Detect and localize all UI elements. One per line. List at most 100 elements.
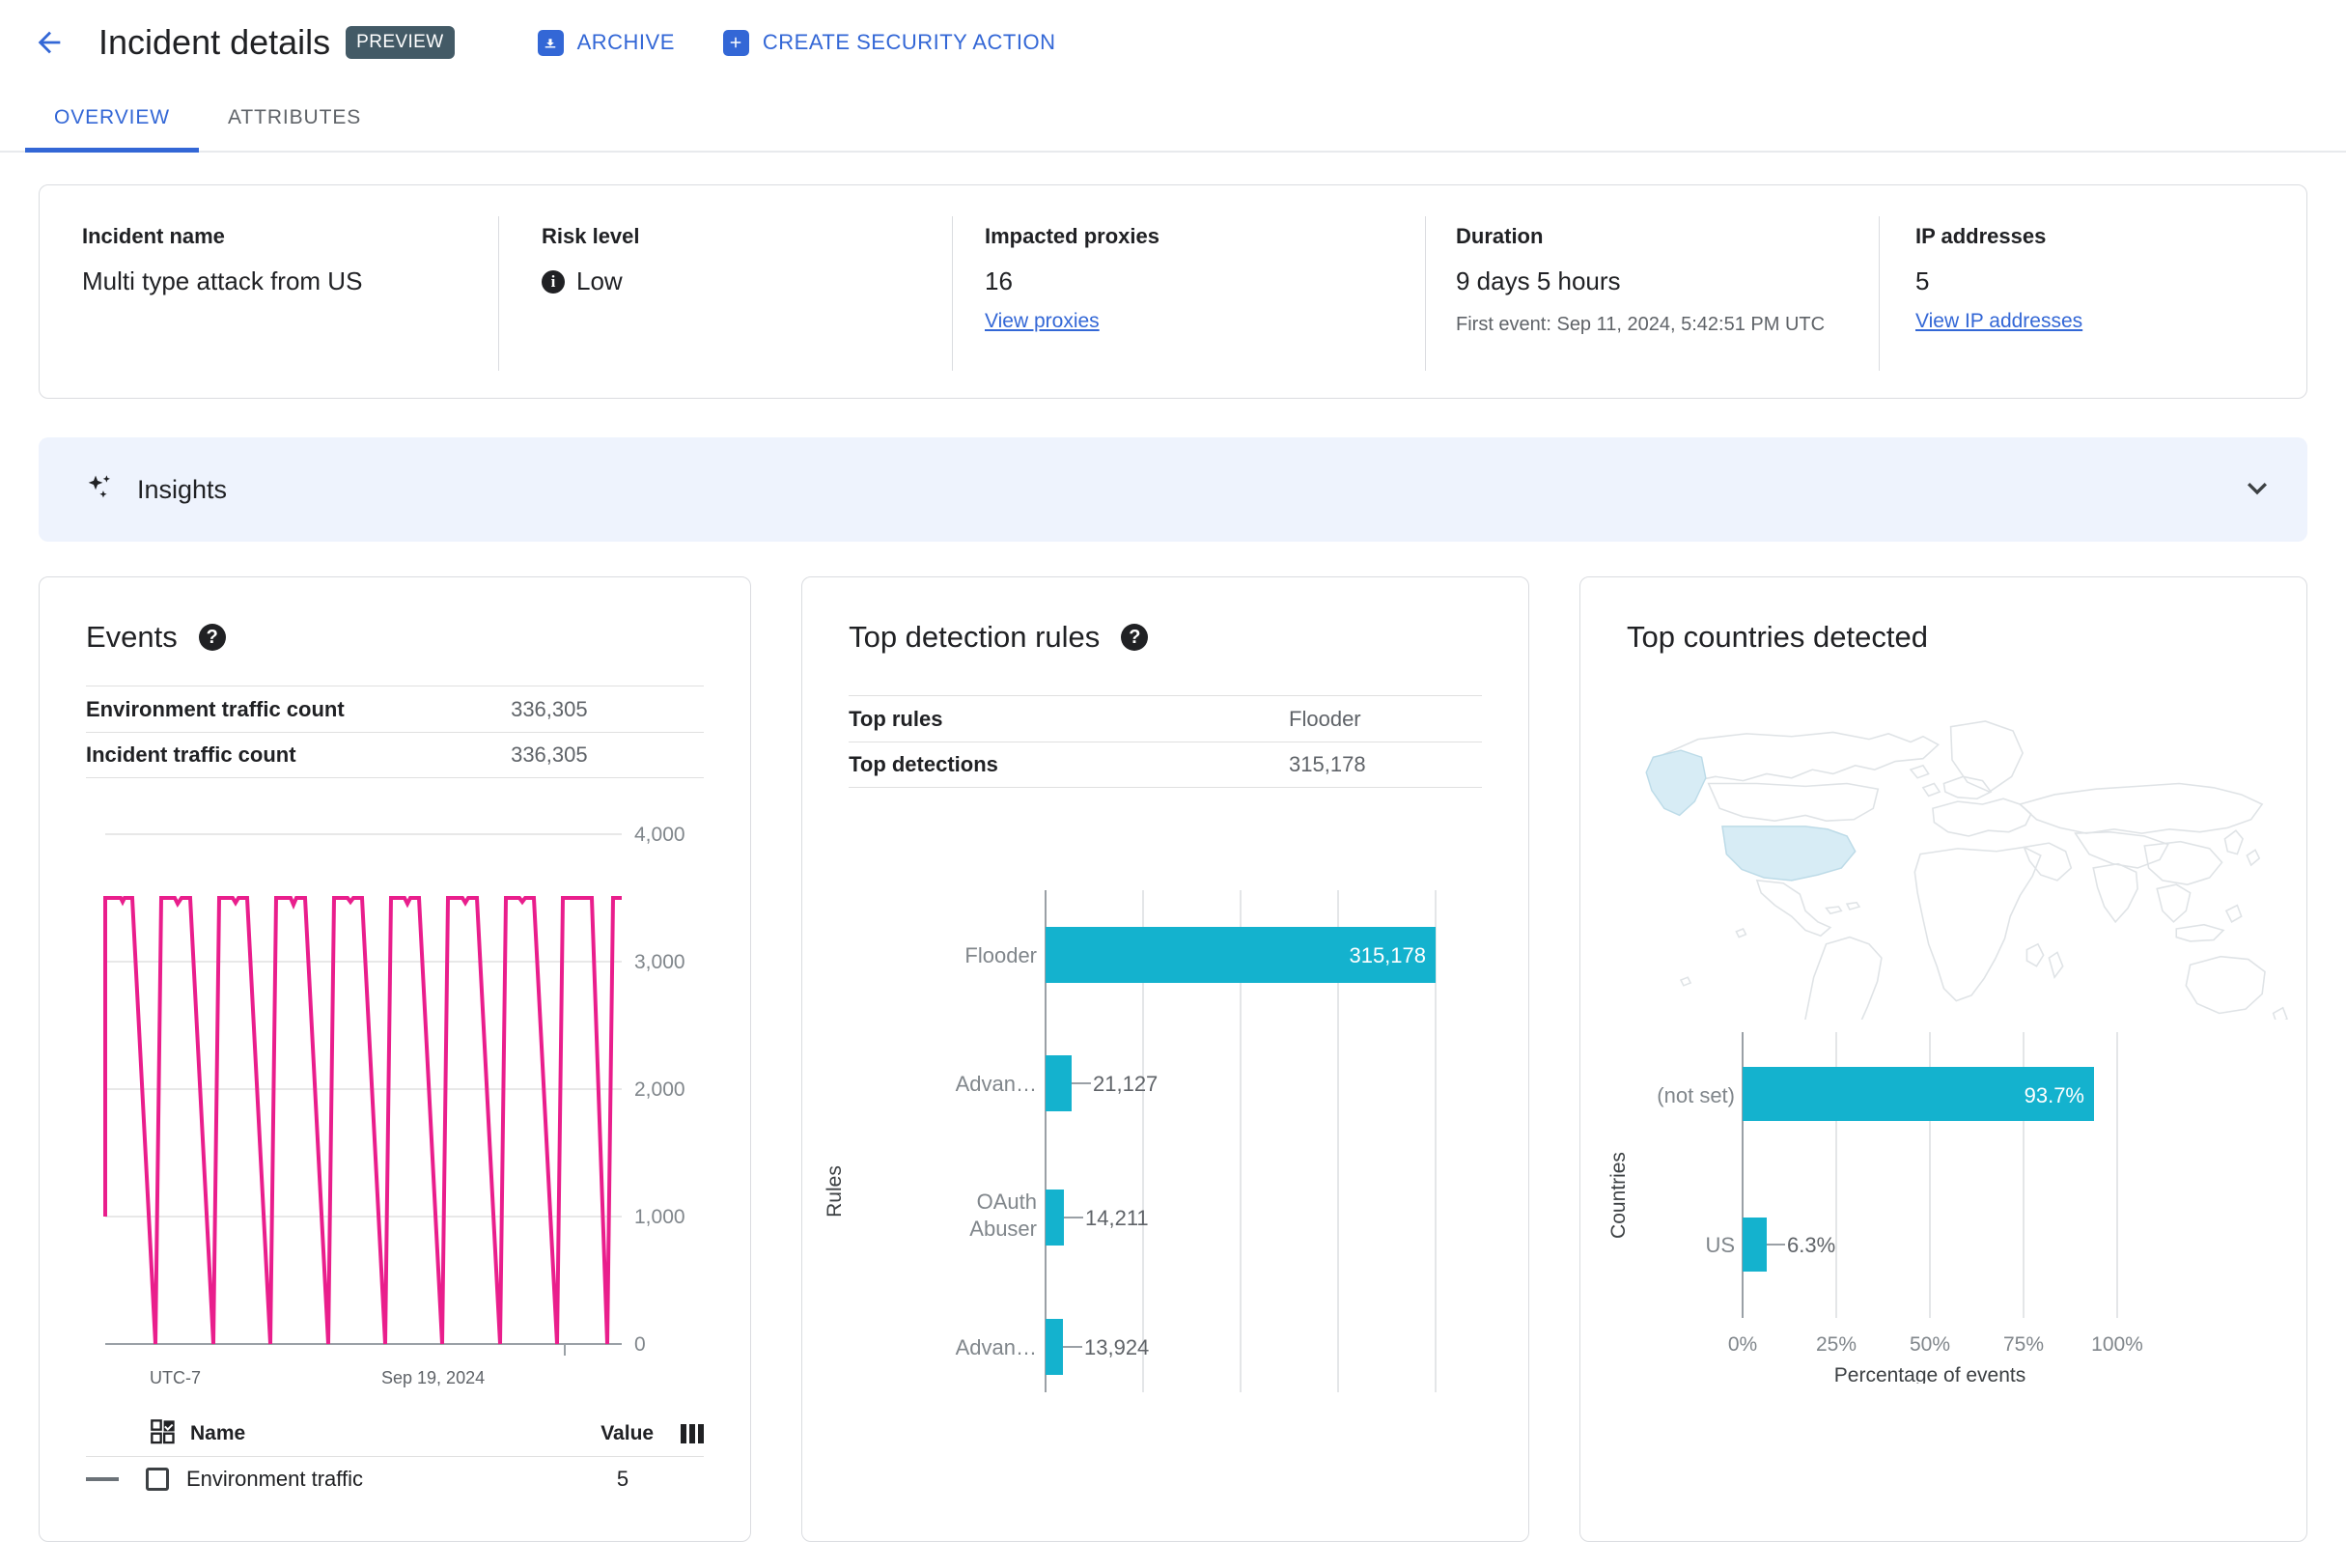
help-icon[interactable]: ? <box>198 624 226 651</box>
create-security-action-button[interactable]: CREATE SECURITY ACTION <box>722 29 1056 56</box>
chevron-down-icon[interactable] <box>2238 468 2276 512</box>
top-detection-rules-panel: Top detection rules ? Top rules Flooder … <box>801 576 1530 1542</box>
create-security-action-label: CREATE SECURITY ACTION <box>762 30 1056 54</box>
svg-text:93.7%: 93.7% <box>2025 1083 2084 1107</box>
countries-bar-chart-svg: (not set) US 93.7% 6.3% 0% 25% 50% 75% 1… <box>1607 1032 2143 1386</box>
rules-title: Top detection rules <box>849 620 1101 654</box>
stat-value: 336,305 <box>511 742 588 767</box>
risk-level-label: Risk level <box>542 224 640 248</box>
svg-text:6.3%: 6.3% <box>1787 1233 1835 1257</box>
tab-overview[interactable]: OVERVIEW <box>25 85 200 153</box>
stat-key: Top rules <box>849 706 943 731</box>
sparkle-icon <box>83 471 116 509</box>
events-line-chart: 4,000 3,000 2,000 1,000 0 UTC-7 Sep 19, … <box>40 815 750 1388</box>
page-title: Incident details <box>98 22 331 62</box>
risk-level-value-row: i Low <box>542 266 921 296</box>
table-row: Top rules Flooder <box>849 695 1483 742</box>
events-panel-header: Events ? <box>40 577 750 655</box>
x-tick-right: Sep 19, 2024 <box>381 1368 486 1387</box>
risk-level-value: Low <box>576 266 623 295</box>
countries-y-axis-label: Countries <box>1607 1152 1630 1239</box>
incident-name-label: Incident name <box>82 224 225 248</box>
header-actions: ARCHIVE CREATE SECURITY ACTION <box>537 29 1056 56</box>
svg-text:75%: 75% <box>2003 1333 2044 1356</box>
value-labels: 315,178 21,127 14,211 13,924 <box>1084 943 1426 1359</box>
bar-us <box>1743 1218 1768 1272</box>
svg-text:Advan…: Advan… <box>956 1335 1037 1359</box>
table-row: Incident traffic count 336,305 <box>86 732 705 778</box>
bar-oauth-abuser <box>1046 1190 1065 1246</box>
tab-attributes[interactable]: ATTRIBUTES <box>199 85 390 151</box>
select-all-checkbox-icon[interactable] <box>150 1418 177 1450</box>
countries-panel-header: Top countries detected <box>1580 577 2306 655</box>
stat-value: Flooder <box>1289 706 1361 731</box>
view-ip-addresses-link[interactable]: View IP addresses <box>1915 310 2082 333</box>
duration-value: 9 days 5 hours <box>1456 266 1621 295</box>
category-labels: (not set) US <box>1657 1083 1735 1257</box>
insights-banner[interactable]: Insights <box>39 437 2307 542</box>
category-labels: Flooder Advan… OAuth Abuser Advan… <box>956 943 1037 1359</box>
stat-key: Environment traffic count <box>86 696 345 721</box>
legend-name-header: Name <box>190 1422 246 1444</box>
stat-value: 315,178 <box>1289 752 1366 776</box>
plus-square-icon <box>722 29 749 56</box>
top-countries-panel: Top countries detected (not set) US 93.7… <box>1579 576 2307 1542</box>
panels-row: Events ? Environment traffic count 336,3… <box>39 576 2307 1542</box>
events-panel: Events ? Environment traffic count 336,3… <box>39 576 752 1542</box>
archive-button[interactable]: ARCHIVE <box>537 29 675 56</box>
bar-advanced-2 <box>1046 1319 1064 1375</box>
svg-text:3,000: 3,000 <box>634 951 685 973</box>
series-checkbox[interactable] <box>146 1467 169 1491</box>
back-button[interactable] <box>25 18 73 67</box>
archive-label: ARCHIVE <box>576 30 675 54</box>
svg-text:25%: 25% <box>1816 1333 1857 1356</box>
help-icon[interactable]: ? <box>1121 624 1149 651</box>
world-map-svg <box>1645 720 2288 1134</box>
svg-text:Advan…: Advan… <box>956 1072 1037 1096</box>
list-item[interactable]: Environment traffic 5 <box>86 1456 705 1500</box>
impacted-proxies-value: 16 <box>985 266 1013 295</box>
svg-text:2,000: 2,000 <box>634 1078 685 1101</box>
svg-text:100%: 100% <box>2091 1333 2143 1356</box>
columns-icon[interactable] <box>681 1424 705 1443</box>
svg-text:US: US <box>1705 1233 1735 1257</box>
ip-addresses-label: IP addresses <box>1915 224 2047 248</box>
rules-bar-chart: Flooder Advan… OAuth Abuser Advan… 315,1… <box>802 882 1528 1428</box>
duration-label: Duration <box>1456 224 1544 248</box>
insights-title: Insights <box>137 474 228 504</box>
x-axis-tick-labels: UTC-7 Sep 19, 2024 <box>150 1368 690 1388</box>
summary-incident-name: Incident name Multi type attack from US <box>40 224 498 365</box>
summary-impacted-proxies: Impacted proxies 16 View proxies <box>952 216 1425 371</box>
info-icon: i <box>542 269 565 294</box>
series-environment-traffic <box>103 896 622 1345</box>
legend-value-header: Value <box>600 1422 655 1444</box>
archive-download-icon <box>537 29 564 56</box>
svg-text:0: 0 <box>634 1333 646 1356</box>
rules-stat-table: Top rules Flooder Top detections 315,178 <box>849 695 1483 788</box>
svg-text:(not set): (not set) <box>1657 1083 1735 1107</box>
svg-text:315,178: 315,178 <box>1350 943 1427 967</box>
impacted-proxies-label: Impacted proxies <box>985 224 1159 248</box>
table-row: Environment traffic count 336,305 <box>86 686 705 732</box>
events-stat-table: Environment traffic count 336,305 Incide… <box>86 686 705 778</box>
countries-bar-chart: (not set) US 93.7% 6.3% 0% 25% 50% 75% 1… <box>1580 1026 2306 1388</box>
countries-x-axis-label: Percentage of events <box>1834 1364 2025 1384</box>
x-tick-left: UTC-7 <box>150 1368 201 1387</box>
stat-key: Incident traffic count <box>86 742 296 767</box>
legend-series-value: 5 <box>616 1466 629 1491</box>
svg-text:Abuser: Abuser <box>969 1217 1037 1241</box>
world-map[interactable] <box>1580 672 2306 1134</box>
svg-text:0%: 0% <box>1728 1333 1757 1356</box>
tab-bar: OVERVIEW ATTRIBUTES <box>0 85 2346 153</box>
x-axis-tick-labels: 0% 25% 50% 75% 100% <box>1728 1333 2143 1356</box>
tab-attributes-label: ATTRIBUTES <box>228 106 362 128</box>
map-highlight-alaska <box>1645 749 1707 817</box>
rules-panel-header: Top detection rules ? <box>802 577 1528 655</box>
view-proxies-link[interactable]: View proxies <box>985 310 1100 333</box>
rules-bar-chart-svg: Flooder Advan… OAuth Abuser Advan… 315,1… <box>824 890 1438 1392</box>
ip-addresses-value: 5 <box>1915 266 1930 295</box>
events-title: Events <box>86 620 178 654</box>
svg-text:50%: 50% <box>1910 1333 1950 1356</box>
stat-key: Top detections <box>849 752 998 776</box>
svg-text:13,924: 13,924 <box>1084 1335 1149 1359</box>
